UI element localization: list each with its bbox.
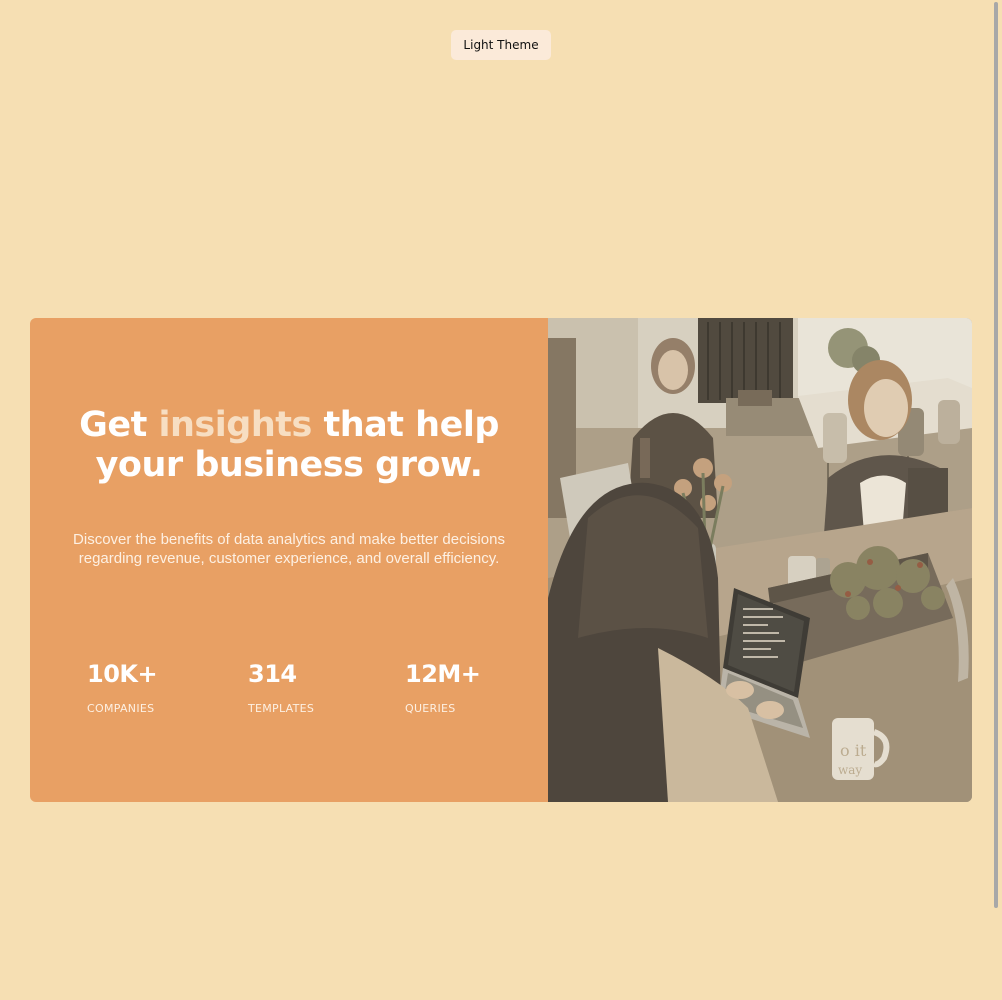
office-team-photo: o it way: [548, 318, 972, 802]
hero-headline: Get insights that help your business grow…: [30, 405, 548, 485]
scrollbar-thumb[interactable]: [994, 2, 998, 908]
hero-photo: o it way: [548, 318, 972, 802]
stat-label: COMPANIES: [87, 702, 155, 715]
hero-text-panel: Get insights that help your business grow…: [30, 318, 548, 802]
stat-value: 12M+: [405, 660, 481, 688]
stat-value: 314: [248, 660, 297, 688]
page: Light Theme Get insights that help your b…: [0, 0, 1002, 1000]
stat-queries: 12M+ QUERIES: [405, 660, 481, 715]
stat-label: TEMPLATES: [248, 702, 315, 715]
vertical-scrollbar[interactable]: [990, 0, 1002, 1000]
headline-line-2: your business grow.: [95, 445, 483, 485]
headline-accent: insights: [158, 405, 313, 445]
stat-value: 10K+: [87, 660, 158, 688]
stat-companies: 10K+ COMPANIES: [87, 660, 158, 715]
stat-label: QUERIES: [405, 702, 456, 715]
hero-card: Get insights that help your business grow…: [30, 318, 972, 802]
hero-description: Discover the benefits of data analytics …: [73, 531, 505, 567]
stat-templates: 314 TEMPLATES: [248, 660, 314, 715]
headline-part-2: that help: [311, 405, 499, 445]
headline-part-1: Get: [79, 405, 159, 445]
theme-toggle-button[interactable]: Light Theme: [451, 30, 551, 60]
